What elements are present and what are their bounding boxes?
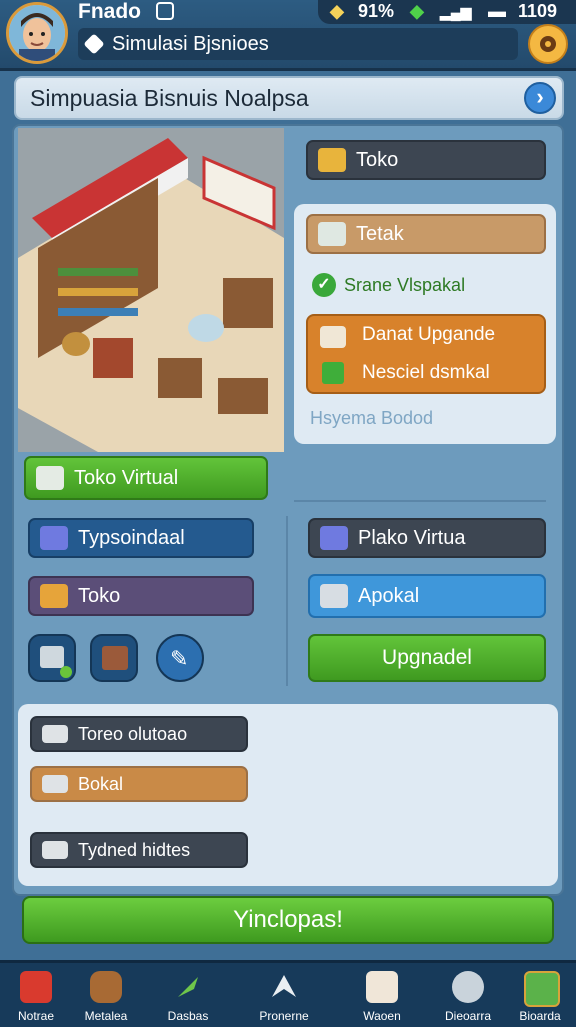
toko-label: Toko	[356, 148, 399, 171]
nav-label: Notrae	[17, 1009, 55, 1023]
package-icon	[42, 775, 68, 793]
player-name: Fnado	[78, 0, 141, 23]
nav-label: Waoen	[363, 1009, 401, 1023]
nav-item-waoen[interactable]: Waoen	[350, 965, 414, 1025]
divider	[294, 500, 546, 502]
apokal-label: Apokal	[358, 584, 420, 607]
toko-label-bar[interactable]: Toko	[306, 140, 546, 180]
shelf-icon	[40, 646, 64, 668]
upgrade-label: Upgnadel	[382, 646, 472, 669]
crate-tool-button[interactable]	[90, 634, 138, 682]
tetak-bar[interactable]: Tetak	[306, 214, 546, 254]
edit-tool-button[interactable]: ✎	[156, 634, 204, 682]
cube-icon	[40, 526, 68, 550]
clock-time: 1109	[518, 1, 558, 21]
screen-header: Simpuasia Bisnuis Noalpsa ›	[14, 76, 564, 120]
shelf-tool-button[interactable]	[28, 634, 76, 682]
plako-virtua-button[interactable]: Plako Virtua	[308, 518, 546, 558]
nav-label: Pronerne	[259, 1009, 309, 1023]
typso-button[interactable]: Typsoindaal	[28, 518, 254, 558]
nav-item-bioarda[interactable]: Bioarda	[508, 965, 572, 1025]
page-title: Simpuasia Bisnuis Noalpsa	[30, 85, 309, 111]
profile-card-icon[interactable]	[156, 2, 174, 20]
arrow-icon	[268, 971, 300, 1003]
battery-percent: 91%	[358, 1, 395, 21]
green-panel-icon	[322, 362, 344, 384]
subtitle-bar: Simulasi Bjsnioes	[78, 28, 518, 60]
tool-icon	[452, 971, 484, 1003]
next-arrow-button[interactable]: ›	[524, 82, 556, 114]
diamond-icon	[83, 33, 105, 55]
list-item[interactable]: Toreo olutoao	[30, 716, 248, 752]
list-item-label: Toreo olutoao	[78, 723, 188, 744]
list-item[interactable]: Tydned hidtes	[30, 832, 248, 868]
jar-icon	[318, 222, 346, 246]
gem-icon: ◆	[330, 1, 344, 21]
tetak-label: Tetak	[356, 222, 404, 245]
crate-icon	[102, 646, 128, 670]
upgrade-line-1: Danat Upgande	[362, 324, 496, 345]
plus-badge-icon	[60, 666, 72, 678]
check-row: ✓ Srane Vlspakal	[312, 270, 552, 300]
nav-item-dieoarra[interactable]: Dieoarra	[436, 965, 500, 1025]
document-icon	[320, 326, 346, 348]
red-cube-icon	[20, 971, 52, 1003]
primary-cta-button[interactable]: Yinclopas!	[22, 896, 554, 944]
settings-button[interactable]	[528, 24, 568, 64]
box-icon	[320, 526, 348, 550]
nav-label: Metalea	[84, 1009, 128, 1023]
nav-item-dasbas[interactable]: Dasbas	[156, 965, 220, 1025]
upgrade-line-2: Nesciel dsmkal	[362, 362, 490, 383]
van-icon	[42, 841, 68, 859]
rocket-icon	[172, 971, 204, 1003]
nav-label: Dasbas	[167, 1009, 209, 1023]
barrel-icon	[90, 971, 122, 1003]
list-item-label: Bokal	[78, 773, 124, 794]
nav-item-metalea[interactable]: Metalea	[74, 965, 138, 1025]
nav-item-notrae[interactable]: Notrae	[4, 965, 68, 1025]
truck-small-icon	[42, 725, 68, 743]
store-scene-illustration[interactable]	[18, 128, 284, 452]
signal-icon: ▂▄▆	[440, 4, 472, 20]
bag-icon	[366, 971, 398, 1003]
list-item-label: Tydned hidtes	[78, 839, 191, 860]
clock-icon	[524, 971, 560, 1007]
nav-item-pronerne[interactable]: Pronerne	[252, 965, 316, 1025]
typso-label: Typsoindaal	[78, 526, 185, 549]
upgrade-button[interactable]: Upgnadel	[308, 634, 546, 682]
status-bar: ◆ 91% ◆ ▂▄▆ ▬ 1109	[318, 0, 576, 24]
toko-left-label: Toko	[78, 584, 121, 607]
card-footer-text: Hsyema Bodod	[310, 408, 434, 428]
player-avatar[interactable]	[6, 2, 68, 64]
toko-virtual-label: Toko Virtual	[74, 466, 179, 489]
pencil-icon: ✎	[170, 646, 189, 671]
toko-button[interactable]: Toko	[28, 576, 254, 616]
bottom-nav: Notrae Metalea Dasbas Pronerne Waoen Die…	[0, 960, 576, 1027]
truck-icon	[36, 466, 64, 490]
gear-icon	[540, 36, 556, 52]
column-divider	[286, 516, 288, 686]
battery-icon: ▬	[488, 1, 506, 21]
plako-label: Plako Virtua	[358, 526, 466, 549]
game-subtitle: Simulasi Bjsnioes	[112, 33, 269, 55]
toko-virtual-button[interactable]: Toko Virtual	[24, 456, 268, 500]
delivery-truck-icon	[320, 584, 348, 608]
coins-icon	[318, 148, 346, 172]
check-text: Srane Vlspakal	[344, 274, 466, 295]
nav-label: Dieoarra	[444, 1009, 492, 1023]
upgrade-offer-box[interactable]: Danat Upgande Nesciel dsmkal	[306, 314, 546, 394]
apokal-button[interactable]: Apokal	[308, 574, 546, 618]
list-item[interactable]: Bokal	[30, 766, 248, 802]
nav-label: Bioarda	[519, 1009, 561, 1023]
gift-icon	[40, 584, 68, 608]
checkmark-icon: ✓	[312, 273, 336, 297]
green-gem-icon: ◆	[410, 1, 424, 21]
